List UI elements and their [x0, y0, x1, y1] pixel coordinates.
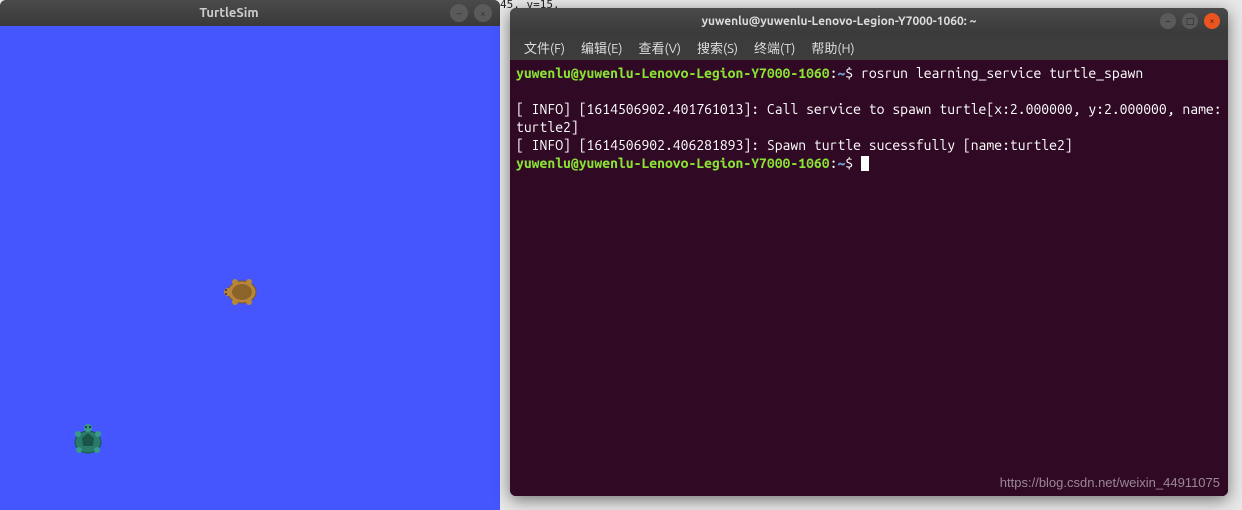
close-button[interactable]: ×	[1204, 13, 1220, 29]
terminal-cursor	[861, 156, 869, 171]
menu-view[interactable]: 查看(V)	[633, 36, 687, 59]
terminal-window: yuwenlu@yuwenlu-Lenovo-Legion-Y7000-1060…	[510, 8, 1228, 496]
terminal-body[interactable]: yuwenlu@yuwenlu-Lenovo-Legion-Y7000-1060…	[510, 60, 1228, 496]
menu-help[interactable]: 帮助(H)	[805, 36, 860, 59]
terminal-title: yuwenlu@yuwenlu-Lenovo-Legion-Y7000-1060…	[518, 15, 1160, 28]
minimize-button[interactable]: –	[450, 4, 468, 22]
turtlesim-titlebar[interactable]: TurtleSim – ×	[0, 0, 500, 26]
terminal-window-controls: – □ ×	[1160, 13, 1220, 29]
turtle-icon	[66, 420, 110, 464]
turtlesim-window: TurtleSim – ×	[0, 0, 500, 510]
prompt-user-host: yuwenlu@yuwenlu-Lenovo-Legion-Y7000-1060	[516, 155, 830, 171]
menu-search[interactable]: 搜索(S)	[691, 36, 744, 59]
terminal-titlebar[interactable]: yuwenlu@yuwenlu-Lenovo-Legion-Y7000-1060…	[510, 8, 1228, 34]
turtle-icon	[220, 270, 264, 314]
menu-edit[interactable]: 编辑(E)	[575, 36, 628, 59]
turtlesim-canvas	[0, 26, 500, 510]
window-controls: – ×	[450, 4, 492, 22]
prompt-dollar: $	[845, 155, 853, 171]
menu-file[interactable]: 文件(F)	[518, 36, 571, 59]
turtle1	[220, 270, 264, 314]
maximize-button[interactable]: □	[1182, 13, 1198, 29]
watermark-text: https://blog.csdn.net/weixin_44911075	[1000, 474, 1220, 492]
terminal-output-line: [ INFO] [1614506902.406281893]: Spawn tu…	[516, 137, 1073, 153]
turtlesim-title: TurtleSim	[8, 6, 450, 20]
prompt-dollar: $	[845, 65, 853, 81]
terminal-command: rosrun learning_service turtle_spawn	[853, 65, 1143, 81]
minimize-button[interactable]: –	[1160, 13, 1176, 29]
menu-terminal[interactable]: 终端(T)	[748, 36, 801, 59]
close-button[interactable]: ×	[474, 4, 492, 22]
turtle2	[66, 420, 110, 464]
terminal-menubar: 文件(F) 编辑(E) 查看(V) 搜索(S) 终端(T) 帮助(H)	[510, 34, 1228, 60]
terminal-output-line: [ INFO] [1614506902.401761013]: Call ser…	[516, 101, 1222, 135]
prompt-user-host: yuwenlu@yuwenlu-Lenovo-Legion-Y7000-1060	[516, 65, 830, 81]
